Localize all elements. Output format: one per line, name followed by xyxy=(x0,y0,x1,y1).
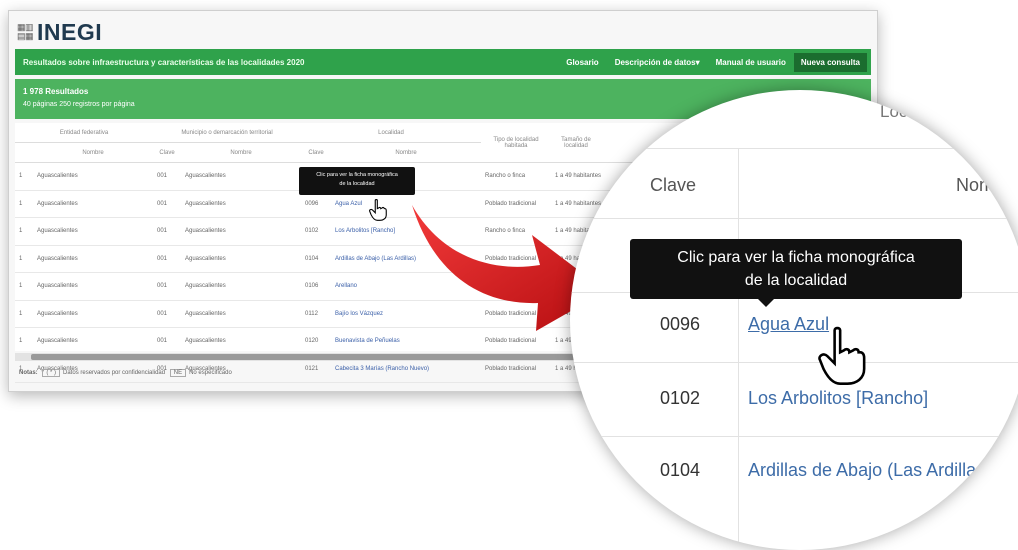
note-text-confidential: Datos reservados por confidencialidad xyxy=(63,370,166,376)
header-entidad: Entidad federativa xyxy=(15,123,153,143)
note-text-ne: No especificado xyxy=(189,370,232,376)
table-cell: 001 xyxy=(153,272,181,301)
table-cell: Aguascalientes xyxy=(33,245,153,273)
chevron-down-icon: ▾ xyxy=(695,57,700,67)
table-cell: Aguascalientes xyxy=(33,300,153,328)
table-cell: 0106 xyxy=(301,272,331,301)
logo-mark-icon: ▦▥ ▤▦ xyxy=(17,22,34,41)
results-pages: 40 páginas 250 registros por página xyxy=(23,101,135,108)
table-cell: Aguascalientes xyxy=(181,245,301,273)
magnified-header-localidad: Loc. xyxy=(880,102,913,121)
table-cell: 1 xyxy=(15,327,33,356)
table-cell: Aguascalientes xyxy=(181,300,301,328)
tooltip-large-line2: de la localidad xyxy=(744,272,848,289)
table-cell: Aguascalientes xyxy=(33,272,153,301)
divider xyxy=(738,148,739,550)
table-cell: Rancho o finca xyxy=(481,162,551,191)
tooltip-caret xyxy=(758,299,774,307)
magnified-localidad-link[interactable]: Ardillas de Abajo (Las Ardillas) xyxy=(748,460,991,481)
magnified-col-clave: Clave xyxy=(650,175,697,195)
tooltip-small-line1: Clic para ver la ficha monográfica xyxy=(316,172,398,178)
note-code-confidential: ( * ) xyxy=(42,369,61,377)
results-count: 1 978 Resultados xyxy=(23,87,89,96)
header-municipio: Municipio o demarcación territorial xyxy=(153,123,301,143)
table-cell: 1 xyxy=(15,190,33,218)
subheader-entidad-clave xyxy=(15,142,33,163)
divider xyxy=(570,362,1018,363)
notes-label: Notas: xyxy=(19,370,38,376)
table-cell: Aguascalientes xyxy=(181,217,301,246)
table-cell: 0102 xyxy=(301,217,331,246)
table-cell: 0104 xyxy=(301,245,331,273)
tooltip-small-line2: de la localidad xyxy=(339,181,375,187)
divider xyxy=(570,436,1018,437)
table-cell: 001 xyxy=(153,217,181,246)
hand-pointer-icon xyxy=(818,326,866,385)
subheader-localidad-nombre: Nombre xyxy=(331,142,481,163)
table-cell: 1 xyxy=(15,162,33,191)
divider xyxy=(570,218,1018,219)
header-tipo-localidad: Tipo de localidad habitada xyxy=(481,123,551,163)
magnified-clave-cell: 0102 xyxy=(660,388,701,408)
nav-descripcion-datos[interactable]: Descripción de datos▾ xyxy=(607,58,708,67)
subheader-localidad-clave: Clave xyxy=(301,142,331,163)
tooltip-large: Clic para ver la ficha monográfica de la… xyxy=(630,239,962,307)
subheader-entidad-nombre: Nombre xyxy=(33,142,153,163)
table-cell: 001 xyxy=(153,245,181,273)
table-cell: 001 xyxy=(153,190,181,218)
nav-descripcion-label: Descripción de datos xyxy=(614,57,696,67)
inegi-logo[interactable]: ▦▥ ▤▦ INEGI xyxy=(17,17,102,47)
magnified-localidad-link[interactable]: Agua Azul xyxy=(748,314,829,335)
table-cell: 001 xyxy=(153,327,181,356)
table-cell: Aguascalientes xyxy=(33,217,153,246)
tooltip-large-line1: Clic para ver la ficha monográfica xyxy=(677,249,915,266)
magnified-clave-cell: 0104 xyxy=(660,460,701,480)
new-query-button[interactable]: Nueva consulta xyxy=(793,52,867,72)
table-cell: 001 xyxy=(153,300,181,328)
magnified-localidad-link[interactable]: Los Arbolitos [Rancho] xyxy=(748,388,928,409)
table-cell: 1 xyxy=(15,272,33,301)
subheader-municipio-nombre: Nombre xyxy=(181,142,301,163)
table-cell: 001 xyxy=(153,162,181,191)
table-cell: 1 xyxy=(15,300,33,328)
magnified-table: Loc. Clave Nom 0096 Agua Azul 0102 Los A… xyxy=(570,90,1018,550)
table-cell: Aguascalientes xyxy=(33,162,153,191)
table-cell: Aguascalientes xyxy=(181,190,301,218)
divider xyxy=(570,148,1018,149)
page-title: Resultados sobre infraestructura y carac… xyxy=(23,57,305,67)
table-cell: 0120 xyxy=(301,327,331,356)
magnified-clave-cell: 0096 xyxy=(660,314,701,334)
table-cell: 1 xyxy=(15,217,33,246)
table-cell: Aguascalientes xyxy=(181,327,301,356)
magnifier-lens: Loc. Clave Nom 0096 Agua Azul 0102 Los A… xyxy=(570,90,1018,550)
header-localidad: Localidad xyxy=(301,123,481,143)
nav-manual-usuario[interactable]: Manual de usuario xyxy=(708,58,794,67)
top-navbar: Resultados sobre infraestructura y carac… xyxy=(15,49,871,75)
table-cell: 1 xyxy=(15,245,33,273)
table-cell: 0112 xyxy=(301,300,331,328)
table-cell: Aguascalientes xyxy=(33,190,153,218)
subheader-municipio-clave: Clave xyxy=(153,142,181,163)
magnified-col-nombre: Nom xyxy=(956,175,995,195)
logo-text: INEGI xyxy=(37,18,103,45)
table-cell: Aguascalientes xyxy=(181,162,301,191)
table-notes: Notas: ( * ) Datos reservados por confide… xyxy=(19,369,232,377)
table-cell: Aguascalientes xyxy=(33,327,153,356)
hand-pointer-icon xyxy=(369,199,387,221)
nav-glosario[interactable]: Glosario xyxy=(558,58,606,67)
table-cell: Aguascalientes xyxy=(181,272,301,301)
tooltip-small: Clic para ver la ficha monográfica de la… xyxy=(299,167,415,195)
note-code-ne: NE xyxy=(169,369,187,377)
